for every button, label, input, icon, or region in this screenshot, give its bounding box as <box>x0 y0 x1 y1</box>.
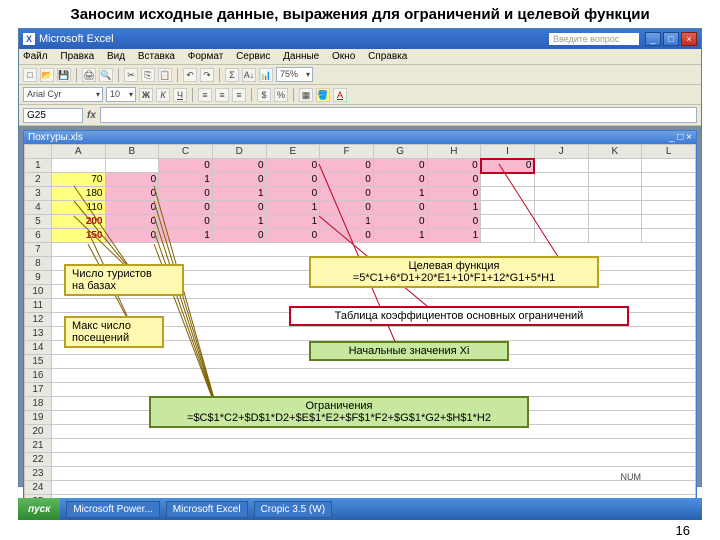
fill-color-icon[interactable]: 🪣 <box>316 88 330 102</box>
open-icon[interactable]: 📂 <box>40 68 54 82</box>
app-title: Microsoft Excel <box>39 33 114 45</box>
new-icon[interactable]: □ <box>23 68 37 82</box>
formula-input[interactable] <box>100 107 697 123</box>
align-center-icon[interactable]: ≡ <box>215 88 229 102</box>
copy-icon[interactable]: ⎘ <box>141 68 155 82</box>
start-button[interactable]: пуск <box>18 498 60 520</box>
page-number: 16 <box>676 523 690 538</box>
menu-view[interactable]: Вид <box>107 51 125 62</box>
callout-objective: Целевая функция =5*C1+6*D1+20*E1+10*F1+1… <box>309 256 599 288</box>
help-search[interactable]: Введите вопрос <box>549 33 639 45</box>
zoom-combo[interactable]: 75% <box>276 67 313 82</box>
callout-max-visits: Макс число посещений <box>64 316 164 348</box>
format-toolbar: Arial Cyr 10 Ж К Ч ≡ ≡ ≡ $ % ▦ 🪣 A <box>19 85 701 105</box>
app-icon: X <box>23 33 35 45</box>
align-right-icon[interactable]: ≡ <box>232 88 246 102</box>
cut-icon[interactable]: ✂ <box>124 68 138 82</box>
task-item-1[interactable]: Microsoft Power... <box>66 501 159 518</box>
sheet-titlebar: Похтуры.xls _ □ × <box>24 131 696 144</box>
close-button[interactable]: × <box>681 32 697 46</box>
menu-data[interactable]: Данные <box>283 51 319 62</box>
fx-icon[interactable]: fx <box>87 110 96 121</box>
bold-icon[interactable]: Ж <box>139 88 153 102</box>
maximize-button[interactable]: □ <box>663 32 679 46</box>
preview-icon[interactable]: 🔍 <box>99 68 113 82</box>
print-icon[interactable]: 🖨 <box>82 68 96 82</box>
font-combo[interactable]: Arial Cyr <box>23 87 103 102</box>
task-item-3[interactable]: Cropic 3.5 (W) <box>254 501 332 518</box>
column-headers[interactable]: ABC DEF GHI JKL <box>25 145 696 159</box>
font-color-icon[interactable]: A <box>333 88 347 102</box>
taskbar: пуск Microsoft Power... Microsoft Excel … <box>18 498 702 520</box>
fontsize-combo[interactable]: 10 <box>106 87 136 102</box>
sum-icon[interactable]: Σ <box>225 68 239 82</box>
sort-asc-icon[interactable]: A↓ <box>242 68 256 82</box>
currency-icon[interactable]: $ <box>257 88 271 102</box>
menubar: Файл Правка Вид Вставка Формат Сервис Да… <box>19 49 701 65</box>
menu-help[interactable]: Справка <box>368 51 407 62</box>
underline-icon[interactable]: Ч <box>173 88 187 102</box>
sheet-window-controls[interactable]: _ □ × <box>669 132 692 143</box>
menu-format[interactable]: Формат <box>188 51 224 62</box>
task-item-2[interactable]: Microsoft Excel <box>166 501 248 518</box>
percent-icon[interactable]: % <box>274 88 288 102</box>
border-icon[interactable]: ▦ <box>299 88 313 102</box>
formula-bar: G25 fx <box>19 105 701 126</box>
minimize-button[interactable]: _ <box>645 32 661 46</box>
paste-icon[interactable]: 📋 <box>158 68 172 82</box>
redo-icon[interactable]: ↷ <box>200 68 214 82</box>
align-left-icon[interactable]: ≡ <box>198 88 212 102</box>
standard-toolbar: □ 📂 💾 🖨 🔍 ✂ ⎘ 📋 ↶ ↷ Σ A↓ 📊 75% <box>19 65 701 85</box>
italic-icon[interactable]: К <box>156 88 170 102</box>
callout-constraints: Ограничения =$C$1*C2+$D$1*D2+$E$1*E2+$F$… <box>149 396 529 428</box>
excel-window: X Microsoft Excel Введите вопрос _ □ × Ф… <box>18 28 702 487</box>
menu-edit[interactable]: Правка <box>60 51 94 62</box>
callout-coeff: Таблица коэффициентов основных ограничен… <box>289 306 629 326</box>
undo-icon[interactable]: ↶ <box>183 68 197 82</box>
chart-icon[interactable]: 📊 <box>259 68 273 82</box>
sheet-title-label: Похтуры.xls <box>28 132 83 143</box>
slide-title: Заносим исходные данные, выражения для о… <box>0 0 720 28</box>
titlebar: X Microsoft Excel Введите вопрос _ □ × <box>19 29 701 49</box>
name-box[interactable]: G25 <box>23 108 83 123</box>
status-num: NUM <box>621 472 642 482</box>
menu-window[interactable]: Окно <box>332 51 355 62</box>
menu-file[interactable]: Файл <box>23 51 48 62</box>
callout-initial-x: Начальные значения Xi <box>309 341 509 361</box>
menu-tools[interactable]: Сервис <box>236 51 270 62</box>
menu-insert[interactable]: Вставка <box>138 51 175 62</box>
workspace: Похтуры.xls _ □ × ABC DEF GHI JKL 1 <box>19 126 701 486</box>
save-icon[interactable]: 💾 <box>57 68 71 82</box>
callout-tourists: Число туристов на базах <box>64 264 184 296</box>
